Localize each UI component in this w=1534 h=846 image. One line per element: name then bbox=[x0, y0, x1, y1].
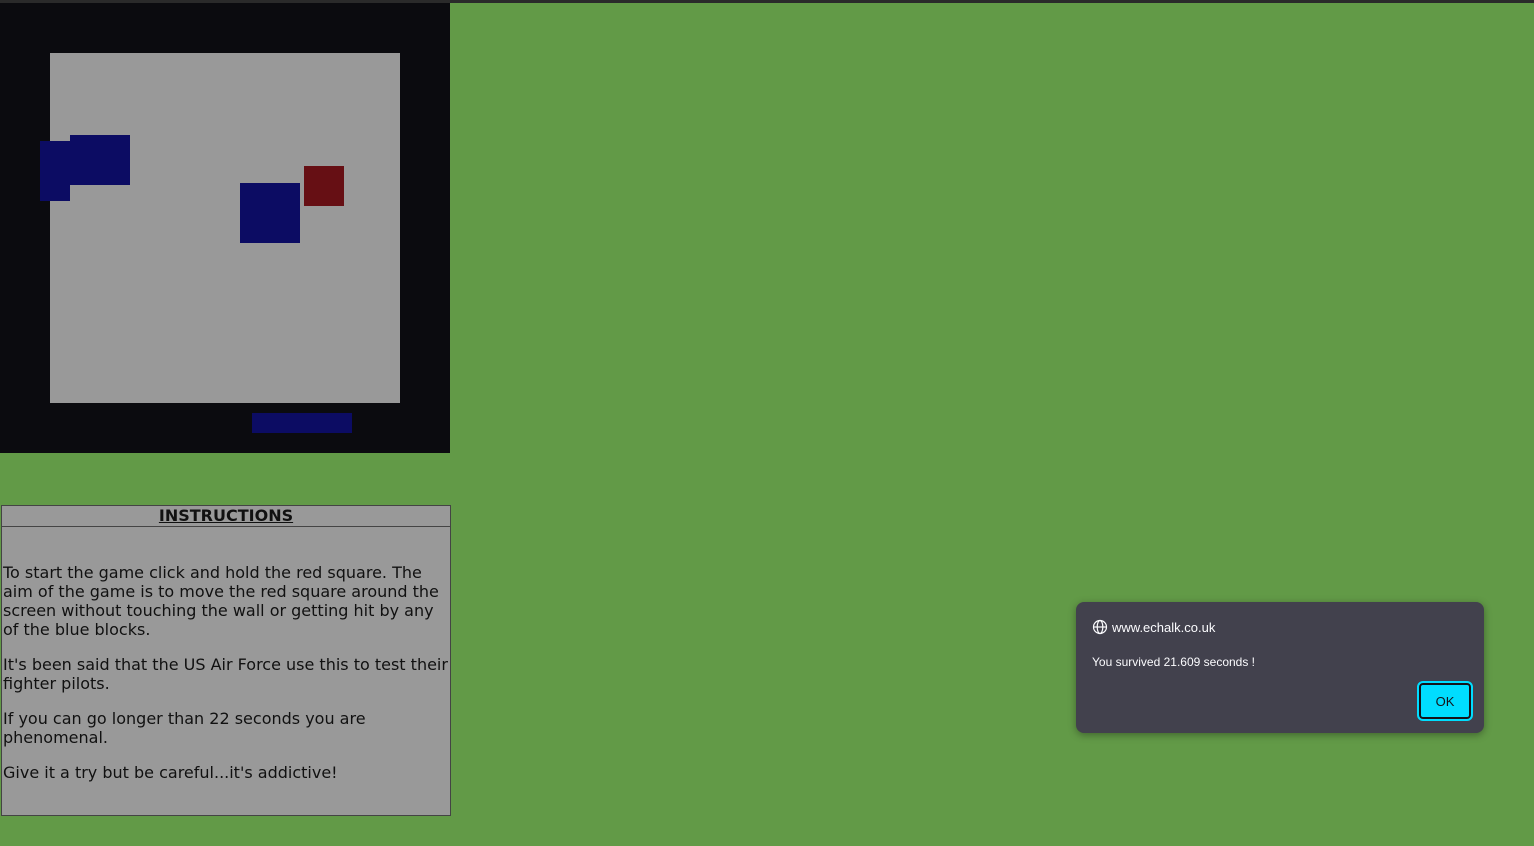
alert-header: www.echalk.co.uk bbox=[1092, 619, 1215, 635]
game-frame bbox=[0, 3, 450, 453]
instructions-panel: INSTRUCTIONS To start the game click and… bbox=[1, 505, 451, 816]
blue-block-2 bbox=[70, 135, 130, 185]
alert-dialog: www.echalk.co.uk You survived 21.609 sec… bbox=[1076, 602, 1484, 733]
instructions-title: INSTRUCTIONS bbox=[2, 506, 450, 527]
instructions-paragraph: To start the game click and hold the red… bbox=[3, 563, 439, 639]
alert-origin: www.echalk.co.uk bbox=[1112, 619, 1216, 635]
instructions-paragraph: It's been said that the US Air Force use… bbox=[3, 655, 448, 693]
globe-icon bbox=[1092, 619, 1108, 635]
ok-button[interactable]: OK bbox=[1417, 681, 1473, 721]
alert-message: You survived 21.609 seconds ! bbox=[1092, 655, 1256, 669]
red-square[interactable] bbox=[304, 166, 344, 206]
blue-block-1 bbox=[40, 141, 70, 201]
blue-block-4 bbox=[252, 413, 352, 433]
instructions-paragraph: Give it a try but be careful...it's addi… bbox=[3, 763, 338, 782]
instructions-body: To start the game click and hold the red… bbox=[2, 527, 450, 782]
blue-block-3 bbox=[240, 183, 300, 243]
instructions-paragraph: If you can go longer than 22 seconds you… bbox=[3, 709, 366, 747]
play-area bbox=[50, 53, 400, 403]
